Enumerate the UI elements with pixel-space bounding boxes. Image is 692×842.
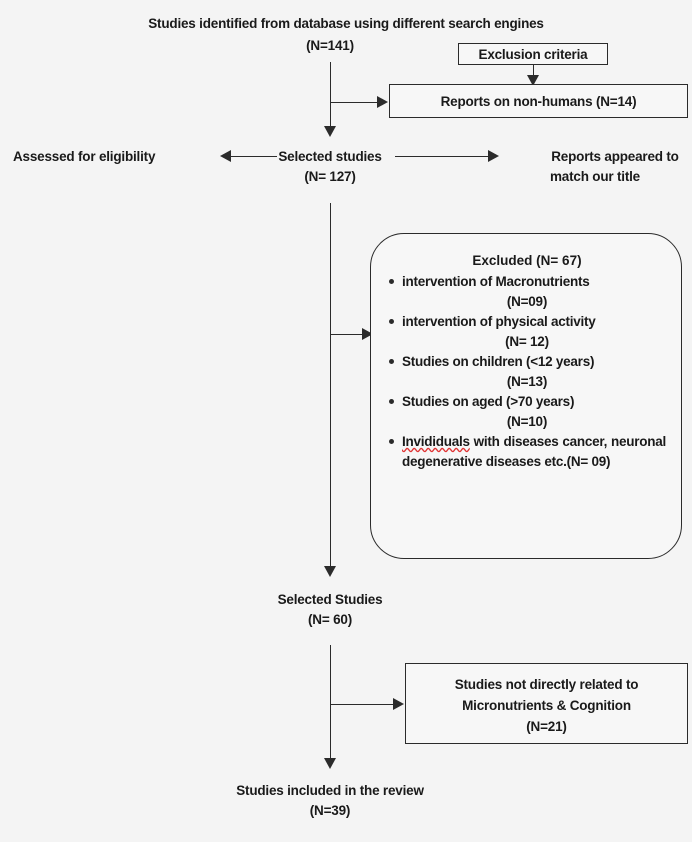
included-studies-count: (N=39) xyxy=(309,803,351,818)
assessed-for-eligibility-label: Assessed for eligibility xyxy=(13,149,156,164)
not-related-line2: Micronutrients & Cognition xyxy=(462,698,631,713)
included-studies-label: Studies included in the review xyxy=(236,783,424,798)
identified-studies-count: (N=141) xyxy=(306,38,354,53)
excluded-reason-text: Invididuals with diseases cancer, neuron… xyxy=(402,434,666,469)
excluded-reason-text: Studies on aged (>70 years) xyxy=(402,394,575,409)
branch-to-excluded-box xyxy=(331,334,363,335)
not-related-line1: Studies not directly related to xyxy=(454,677,639,692)
selected-studies-count: (N= 127) xyxy=(304,169,356,184)
excluded-reason-text: intervention of physical activity xyxy=(402,314,596,329)
bullet-icon xyxy=(389,399,394,404)
arrowhead-selected2-to-included xyxy=(324,758,336,769)
excluded-reason-item: Studies on children (<12 years) (N=13) xyxy=(388,352,666,392)
trunk-selected-to-excluded xyxy=(330,203,331,571)
excluded-reason-item: intervention of Macronutrients (N=09) xyxy=(388,272,666,312)
arrowhead-identified-to-selected xyxy=(324,126,336,137)
reports-matched-line1: Reports appeared to xyxy=(551,149,679,164)
excluded-reason-item: intervention of physical activity (N= 12) xyxy=(388,312,666,352)
branch-to-not-related xyxy=(331,704,394,705)
bullet-icon xyxy=(389,359,394,364)
selected-studies-label: Selected studies xyxy=(278,149,382,164)
selected-studies-2-label: Selected Studies xyxy=(277,592,383,607)
arrowhead-to-non-humans xyxy=(377,96,388,108)
arrowhead-to-reports-matched xyxy=(488,150,499,162)
reports-matched-line2: match our title xyxy=(549,169,640,184)
excluded-reason-item: Studies on aged (>70 years) (N=10) xyxy=(388,392,666,432)
connector-selected-to-reports-matched xyxy=(395,156,489,157)
excluded-heading: Excluded (N= 67) xyxy=(472,253,582,268)
non-humans-box: Reports on non-humans (N=14) xyxy=(389,84,688,118)
not-related-count: (N=21) xyxy=(526,719,567,734)
spellcheck-underline: Invididuals xyxy=(402,434,470,449)
exclusion-criteria-label: Exclusion criteria xyxy=(478,47,588,62)
bullet-icon xyxy=(389,279,394,284)
flowchart-canvas: Studies identified from database using d… xyxy=(0,0,692,842)
excluded-reason-count: (N=13) xyxy=(506,374,548,389)
excluded-reasons-list: Excluded (N= 67) intervention of Macronu… xyxy=(388,250,666,472)
excluded-reason-item: Invididuals with diseases cancer, neuron… xyxy=(388,432,666,472)
identified-studies-title: Studies identified from database using d… xyxy=(148,16,544,31)
trunk-identified-to-selected xyxy=(330,62,331,131)
bullet-icon xyxy=(389,319,394,324)
branch-to-non-humans xyxy=(331,102,378,103)
arrowhead-to-assessed xyxy=(220,150,231,162)
excluded-reason-count: (N=10) xyxy=(506,414,548,429)
non-humans-label: Reports on non-humans (N=14) xyxy=(440,94,637,109)
bullet-icon xyxy=(389,439,394,444)
excluded-reason-count: (N= 12) xyxy=(505,334,549,349)
excluded-reason-text: Studies on children (<12 years) xyxy=(402,354,595,369)
exclusion-criteria-box: Exclusion criteria xyxy=(458,43,608,65)
excluded-reason-text: intervention of Macronutrients xyxy=(402,274,590,289)
selected-studies-2-count: (N= 60) xyxy=(308,612,352,627)
not-related-box: Studies not directly related to Micronut… xyxy=(405,663,688,744)
excluded-reason-count: (N=09) xyxy=(506,294,548,309)
arrowhead-to-not-related xyxy=(393,698,404,710)
arrowhead-selected-to-selected2 xyxy=(324,566,336,577)
